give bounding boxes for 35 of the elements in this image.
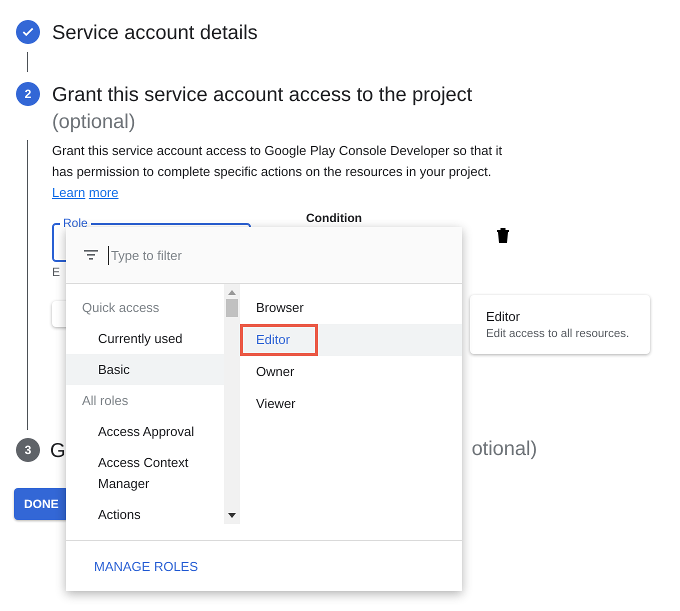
scrollbar[interactable] [224,284,240,524]
learn-more-link[interactable]: Learn [52,185,86,200]
category-item[interactable]: Access Approval [66,416,224,447]
category-item[interactable]: Actions [66,499,224,530]
category-item[interactable]: Currently used [66,323,224,354]
scroll-thumb[interactable] [226,299,238,317]
done-button[interactable]: DONE [14,488,69,520]
scroll-down-icon[interactable] [228,513,236,518]
optional-label: (optional) [52,110,136,135]
step-number: 3 [16,438,40,462]
learn-more-link[interactable]: more [88,185,118,200]
helper-text: E [52,265,62,279]
role-option[interactable]: Editor [240,324,318,356]
category-item[interactable]: Access Context Manager [66,447,224,499]
manage-roles-link[interactable]: MANAGE ROLES [94,558,198,574]
step-title: Service account details [52,21,258,46]
card-description: Edit access to all resources. [486,328,630,340]
category-header: Quick access [81,299,160,317]
filter-input[interactable]: Type to filter [108,246,313,264]
check-icon [21,25,35,39]
step-title: otional) [472,438,538,461]
delete-icon[interactable] [496,227,510,243]
condition-label: Condition [306,211,363,225]
scroll-up-icon[interactable] [228,290,236,295]
step-number: 2 [16,82,40,106]
step-description: Grant this service account access to Google Play Console Developer so that it has permission to complete specific actions on the resources in your project. Learn more [52,142,504,202]
role-option[interactable]: Viewer [240,388,462,420]
card-title: Editor [486,309,521,324]
role-option[interactable]: Owner [240,356,462,388]
filter-icon [84,250,98,260]
category-item[interactable]: Basic [66,354,224,385]
step-title: G [50,439,66,464]
step-title: Grant this service account access to the project [52,83,472,108]
category-header: All roles [81,392,130,410]
role-option[interactable]: Browser [240,292,462,324]
